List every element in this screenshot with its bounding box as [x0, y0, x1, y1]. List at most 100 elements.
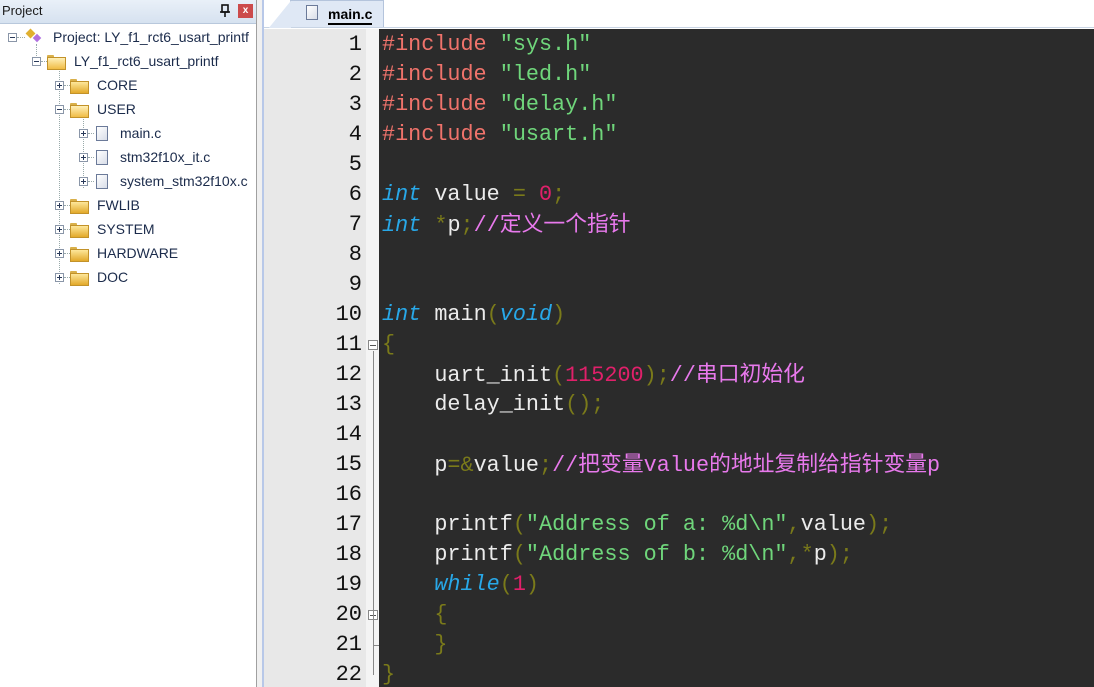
- line-number: 12: [335, 362, 362, 387]
- tree-item-hardware[interactable]: HARDWARE: [55, 242, 178, 264]
- code-token-kw: int: [382, 213, 422, 238]
- tree-connector: [17, 36, 25, 38]
- code-token-str: "usart.h": [499, 122, 618, 147]
- code-token-op: ;: [552, 182, 566, 207]
- tab-main-c[interactable]: main.c: [269, 0, 384, 28]
- code-token-op: {: [382, 332, 396, 357]
- code-line: uart_init(115200);//串口初始化: [382, 360, 805, 390]
- expand-icon[interactable]: [55, 80, 64, 90]
- tree-item-label: LY_f1_rct6_usart_printf: [74, 53, 219, 69]
- tree-item-label: HARDWARE: [97, 245, 179, 261]
- file-icon: [306, 5, 318, 20]
- line-number: 11: [335, 332, 362, 357]
- target-icon: [47, 54, 66, 70]
- expand-icon[interactable]: [55, 248, 64, 258]
- tree-item-doc[interactable]: DOC: [55, 266, 128, 288]
- code-token-id: uart_init: [382, 363, 553, 388]
- line-number: 9: [348, 272, 362, 297]
- code-token-cm: 定义一个指针: [499, 212, 631, 237]
- line-number: 1: [348, 32, 362, 57]
- code-token-op: (: [512, 542, 526, 567]
- tree-item-main-c[interactable]: main.c: [79, 122, 161, 144]
- tree-item-system[interactable]: SYSTEM: [55, 218, 155, 240]
- code-token-pp: #include: [382, 32, 500, 57]
- line-number-gutter: 1 2 3 4 5 6 7 8 9 10 11 12 13 14 15 16 17 18 19 20 21 22: [264, 29, 366, 687]
- code-token-op: );: [643, 363, 670, 388]
- code-token-cmm: value: [643, 453, 710, 478]
- code-token-kw: int: [382, 182, 422, 207]
- line-number: 18: [335, 542, 362, 567]
- code-token-id: main: [421, 302, 487, 327]
- code-line: #include "led.h": [382, 60, 591, 90]
- fold-margin: [366, 29, 379, 687]
- code-token-op: ,*: [787, 542, 814, 567]
- code-token-id: value: [473, 453, 539, 478]
- expand-icon[interactable]: [55, 272, 64, 282]
- code-editor[interactable]: #include "sys.h" #include "led.h" #include…: [379, 29, 1094, 687]
- project-panel-header: Project x: [0, 0, 256, 24]
- tree-item-system-stm32f10x-c[interactable]: system_stm32f10x.c: [79, 170, 248, 192]
- file-icon: [96, 125, 108, 141]
- pin-icon[interactable]: [219, 4, 231, 18]
- collapse-icon[interactable]: [8, 32, 17, 42]
- code-line: int main(void): [382, 300, 565, 330]
- tree-item-label: FWLIB: [97, 197, 140, 213]
- code-token-id: p: [447, 213, 461, 238]
- close-panel-button[interactable]: x: [238, 4, 253, 18]
- tree-item-fwlib[interactable]: FWLIB: [55, 194, 140, 216]
- tree-item-label: Project: LY_f1_rct6_usart_printf: [53, 29, 249, 45]
- tree-item-user[interactable]: USER: [55, 98, 136, 120]
- file-icon: [96, 173, 108, 189]
- tree-connector: [88, 132, 94, 134]
- code-token-id: p: [813, 542, 827, 567]
- line-number: 20: [335, 602, 362, 627]
- code-token-op: =&: [447, 453, 474, 478]
- code-token-id: [382, 602, 434, 627]
- code-token-num: 115200: [565, 363, 644, 388]
- collapse-icon[interactable]: [55, 104, 64, 114]
- tree-item-stm32f10x-it-c[interactable]: stm32f10x_it.c: [79, 146, 210, 168]
- line-number: 15: [335, 452, 362, 477]
- line-number: 19: [335, 572, 362, 597]
- expand-icon[interactable]: [79, 152, 88, 162]
- code-line: int *p;//定义一个指针: [382, 210, 631, 240]
- fold-toggle-icon[interactable]: [368, 340, 378, 350]
- folder-icon: [70, 270, 89, 286]
- tab-label: main.c: [328, 6, 373, 25]
- code-token-id: printf: [382, 542, 513, 567]
- code-token-str: "delay.h": [499, 92, 618, 117]
- code-token-op: ;: [538, 453, 553, 478]
- editor-tab-bar: main.c: [264, 0, 1094, 28]
- code-token-op: ,: [787, 512, 801, 537]
- code-token-id: [526, 182, 539, 207]
- project-panel: Project x Project: LY_f1_rct6_usart_prin…: [0, 0, 256, 687]
- collapse-icon[interactable]: [32, 56, 41, 66]
- code-token-cmm: p: [927, 453, 941, 478]
- code-token-cmm: //: [552, 453, 579, 478]
- expand-icon[interactable]: [79, 128, 88, 138]
- line-number: 10: [335, 302, 362, 327]
- expand-icon[interactable]: [55, 224, 64, 234]
- code-token-id: value: [800, 512, 867, 537]
- folder-icon: [70, 222, 89, 238]
- code-token-id: [382, 632, 434, 657]
- expand-icon[interactable]: [79, 176, 88, 186]
- code-token-cm: 把变量: [578, 452, 644, 477]
- tree-item-ly-f1-rct6-usart-printf[interactable]: LY_f1_rct6_usart_printf: [32, 50, 219, 72]
- code-line: #include "usart.h": [382, 120, 617, 150]
- code-line: printf("Address of b: %d\n",*p);: [382, 540, 853, 570]
- tree-item-core[interactable]: CORE: [55, 74, 137, 96]
- code-token-id: [382, 572, 434, 597]
- code-token-str: "Address of b: %d\n": [525, 542, 788, 567]
- code-token-op: ): [525, 572, 540, 597]
- code-line: {: [382, 600, 447, 630]
- tree-item-project-ly-f1-rct6-usart-printf[interactable]: Project: LY_f1_rct6_usart_printf: [8, 26, 249, 48]
- line-number: 6: [348, 182, 362, 207]
- expand-icon[interactable]: [55, 200, 64, 210]
- code-token-op: }: [434, 632, 448, 657]
- tree-connector: [88, 156, 94, 158]
- panel-splitter[interactable]: [256, 0, 264, 687]
- code-line: #include "delay.h": [382, 90, 617, 120]
- code-token-id: delay_init: [382, 392, 566, 417]
- line-number: 17: [335, 512, 362, 537]
